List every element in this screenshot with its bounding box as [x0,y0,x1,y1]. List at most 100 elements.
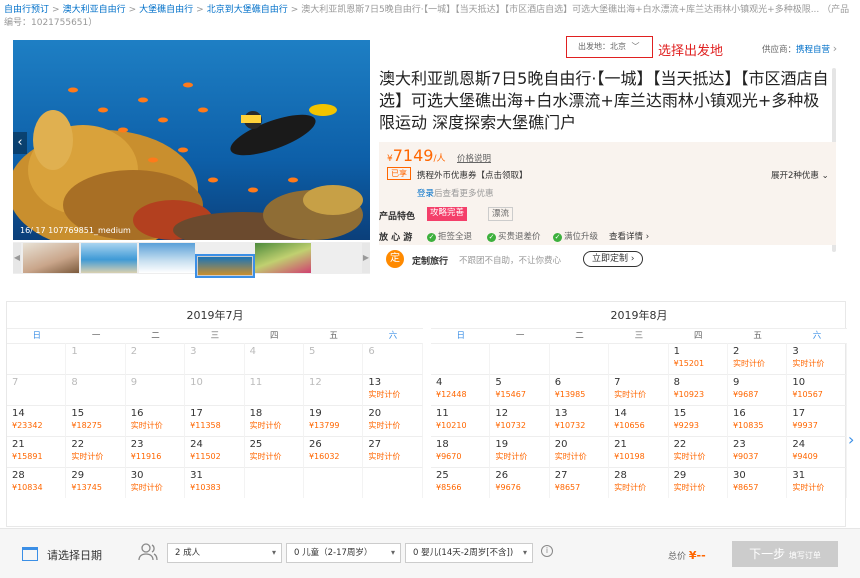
calendar-day[interactable]: 27 实时计价 [363,436,423,467]
calendar-day: 9 [125,374,186,405]
calendar-day[interactable]: 18 ¥9670 [431,436,491,467]
calendar-day[interactable]: 9 ¥9687 [727,374,788,405]
adults-select[interactable]: 2 成人 ▾ [167,543,282,563]
calendar-day[interactable]: 4 ¥12448 [431,374,491,405]
thumbnail-2[interactable] [81,243,137,273]
calendar-day[interactable]: 1 ¥15201 [668,343,728,374]
thumbnail-1[interactable] [23,243,79,273]
day-number: 11 [436,408,449,419]
expand-offers-button[interactable]: 展开2种优惠 ⌄ [771,169,829,181]
thumb-next-button[interactable]: ▶ [362,243,370,273]
breadcrumb-item-free-travel[interactable]: 自由行预订 [4,5,49,15]
calendar-day[interactable]: 29 实时计价 [668,467,728,498]
children-select[interactable]: 0 儿童（2-17周岁） ▾ [286,543,401,563]
calendar-day[interactable]: 31 实时计价 [787,467,847,498]
day-number: 25 [249,439,263,450]
calendar-day[interactable]: 11 ¥10210 [431,405,491,436]
day-number: 26 [495,470,509,481]
calendar-day[interactable]: 6 ¥13985 [549,374,610,405]
breadcrumb-item-beijing-reef[interactable]: 北京到大堡礁自由行 [207,5,288,15]
calendar-day[interactable]: 10 ¥10567 [787,374,847,405]
price-description-link[interactable]: 价格说明 [457,152,491,164]
view-details-link[interactable]: 查看详情 › [609,230,649,242]
calendar-day [490,343,550,374]
calendar-day[interactable]: 26 ¥9676 [490,467,550,498]
day-number: 20 [554,439,568,450]
breadcrumb-item-barrier-reef[interactable]: 大堡礁自由行 [139,5,193,15]
next-step-button[interactable]: 下一步 填写订单 [732,541,838,567]
custom-now-button[interactable]: 立即定制 › [583,251,644,267]
calendar-day[interactable]: 16 ¥10835 [727,405,788,436]
thumb-prev-button[interactable]: ◀ [13,243,21,273]
supplier-info[interactable]: 供应商：携程自营 › [762,42,837,55]
calendar-day[interactable]: 14 ¥23342 [7,405,67,436]
calendar-day[interactable]: 21 ¥10198 [609,436,669,467]
day-price: ¥10567 [792,390,823,399]
calendar-day[interactable]: 24 ¥11502 [185,436,245,467]
calendar-day[interactable]: 30 实时计价 [125,467,186,498]
calendar-day[interactable]: 28 实时计价 [609,467,669,498]
thumbnail-4[interactable] [195,254,255,278]
calendar-day[interactable]: 25 ¥8566 [431,467,491,498]
day-number: 26 [308,439,322,450]
calendar-day[interactable]: 24 ¥9409 [787,436,847,467]
calendar-day: 6 [363,343,423,374]
calendar-day[interactable]: 28 ¥10834 [7,467,67,498]
calendar-day[interactable]: 29 ¥13745 [66,467,126,498]
calendar-day[interactable]: 30 ¥8657 [727,467,788,498]
day-number: 24 [792,439,806,450]
calendar-day[interactable]: 14 ¥10656 [609,405,669,436]
calendar-day[interactable]: 23 ¥9037 [727,436,788,467]
calendar-day[interactable]: 15 ¥9293 [668,405,728,436]
gallery-prev-button[interactable]: ‹ [13,132,27,154]
day-price: ¥10923 [673,390,705,399]
day-price: 实时计价 [130,421,163,430]
info-icon[interactable]: i [541,545,553,557]
calendar-day[interactable]: 23 ¥11916 [125,436,186,467]
day-number: 7 [614,377,621,388]
thumbnail-3[interactable] [139,243,195,273]
calendar-day[interactable]: 15 ¥18275 [66,405,126,436]
day-number: 20 [368,408,382,419]
supplier-name[interactable]: 携程自营 [796,45,830,55]
day-number: 22 [673,439,687,450]
calendar-day[interactable]: 22 实时计价 [668,436,728,467]
calendar-day[interactable]: 17 ¥11358 [185,405,245,436]
departure-annotation: 选择出发地 [658,44,724,59]
coupon-link[interactable]: 携程外币优惠券【点击领取】 [417,169,528,181]
main-photo[interactable] [13,40,370,240]
calendar-day[interactable]: 25 实时计价 [244,436,304,467]
day-number: 5 [308,346,316,357]
infants-select[interactable]: 0 婴儿(14天-2周岁[不含]) ▾ [405,543,533,563]
breadcrumb-item-australia[interactable]: 澳大利亚自由行 [63,5,126,15]
calendar-day[interactable]: 27 ¥8657 [549,467,610,498]
calendar-day[interactable]: 17 ¥9937 [787,405,847,436]
calendar-day[interactable]: 8 ¥10923 [668,374,728,405]
pick-date-button[interactable]: 请选择日期 [47,547,102,563]
calendar-day[interactable]: 26 ¥16032 [303,436,364,467]
calendar-day[interactable]: 13 实时计价 [363,374,423,405]
calendar-day[interactable]: 20 实时计价 [363,405,423,436]
calendar-day[interactable]: 16 实时计价 [125,405,186,436]
calendar-day[interactable]: 2 实时计价 [727,343,788,374]
calendar-day[interactable]: 13 ¥10732 [549,405,610,436]
day-price: ¥10732 [495,421,526,430]
calendar-day[interactable]: 19 实时计价 [490,436,550,467]
calendar-next-button[interactable]: › [848,428,860,452]
calendar-day[interactable]: 18 实时计价 [244,405,304,436]
calendar-day[interactable]: 5 ¥15467 [490,374,550,405]
calendar-day[interactable]: 21 ¥15891 [7,436,67,467]
calendar-day[interactable]: 3 实时计价 [787,343,847,374]
weekday-label: 日 [7,329,67,343]
calendar-day[interactable]: 22 实时计价 [66,436,126,467]
thumbnail-5[interactable] [255,243,311,273]
login-link[interactable]: 登录 [417,189,434,199]
calendar-day[interactable]: 31 ¥10383 [185,467,245,498]
calendar-day[interactable]: 19 ¥13799 [303,405,364,436]
calendar-day[interactable]: 7 实时计价 [609,374,669,405]
departure-select[interactable]: 出发地：北京 ﹀ [566,36,653,58]
calendar-day[interactable]: 20 实时计价 [549,436,610,467]
day-price: ¥8657 [554,483,581,492]
calendar-day[interactable]: 12 ¥10732 [490,405,550,436]
calendar-day: 10 [185,374,245,405]
